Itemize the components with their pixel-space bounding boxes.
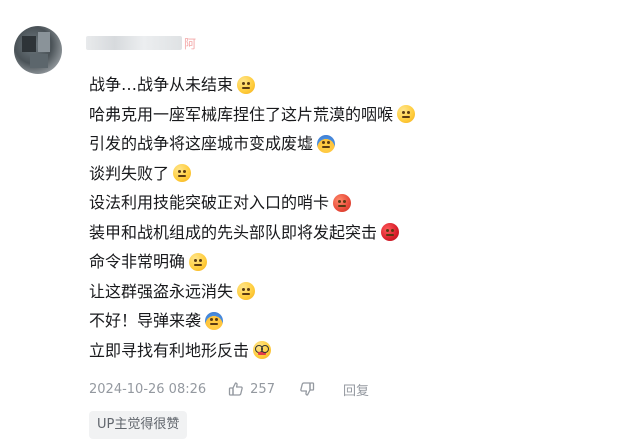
comment-line-text: 哈弗克用一座军械库捏住了这片荒漠的咽喉 xyxy=(89,104,394,124)
username-blurred xyxy=(86,36,182,50)
like-count: 257 xyxy=(250,381,275,397)
comment-meta: 2024-10-26 08:26 257 回复 xyxy=(89,379,369,399)
avatar[interactable] xyxy=(14,26,62,74)
comment-line: 谈判失败了 xyxy=(89,159,415,189)
dislike-button[interactable] xyxy=(299,381,315,397)
reply-button[interactable]: 回复 xyxy=(343,380,369,399)
comment-line: 让这群强盗永远消失 xyxy=(89,277,415,307)
comment-line-text: 谈判失败了 xyxy=(89,163,170,183)
comment-line-text: 战争…战争从未结束 xyxy=(89,75,234,94)
comment-line: 立即寻找有利地形反击 xyxy=(89,336,415,366)
comment-line-text: 不好！导弹来袭 xyxy=(89,311,202,330)
comment-line: 不好！导弹来袭 xyxy=(89,306,415,336)
comment-line-text: 装甲和战机组成的先头部队即将发起突击 xyxy=(89,222,378,242)
comment-line: 设法利用技能突破正对入口的哨卡 xyxy=(89,188,415,218)
like-button[interactable]: 257 xyxy=(228,381,275,397)
username-tail: 阿 xyxy=(184,36,197,51)
thumbs-up-icon xyxy=(229,382,243,396)
comment-body: 战争…战争从未结束 哈弗克用一座军械库捏住了这片荒漠的咽喉 引发的战争将这座城市… xyxy=(89,70,416,366)
nerd-face-icon xyxy=(253,341,272,360)
blush-face-icon xyxy=(189,252,208,271)
comment-line-text: 引发的战争将这座城市变成废墟 xyxy=(89,134,314,153)
disappointed-face-icon xyxy=(173,164,192,183)
up-liked-badge: UP主觉得很赞 xyxy=(89,411,188,439)
comment-line-text: 让这群强盗永远消失 xyxy=(89,281,234,301)
username[interactable]: 阿 xyxy=(86,34,206,52)
rage-face-icon xyxy=(381,223,400,242)
thumbs-down-icon xyxy=(300,382,315,396)
comment-line: 命令非常明确 xyxy=(89,247,415,277)
comment-line-text: 立即寻找有利地形反击 xyxy=(89,340,250,360)
sad-face-icon xyxy=(237,75,256,94)
comment-line: 引发的战争将这座城市变成废墟 xyxy=(89,129,415,159)
angry-face-icon xyxy=(333,193,352,212)
shush-face-icon xyxy=(237,282,256,301)
scared-face-icon xyxy=(205,311,224,330)
comment-line-text: 命令非常明确 xyxy=(89,252,186,271)
timestamp: 2024-10-26 08:26 xyxy=(89,381,207,397)
scared-face-icon xyxy=(317,134,336,153)
comment-line: 装甲和战机组成的先头部队即将发起突击 xyxy=(89,218,415,248)
comment-line-text: 设法利用技能突破正对入口的哨卡 xyxy=(89,193,330,212)
comment-line: 战争…战争从未结束 xyxy=(89,70,415,100)
grimace-face-icon xyxy=(397,105,416,124)
comment-line: 哈弗克用一座军械库捏住了这片荒漠的咽喉 xyxy=(89,100,416,130)
